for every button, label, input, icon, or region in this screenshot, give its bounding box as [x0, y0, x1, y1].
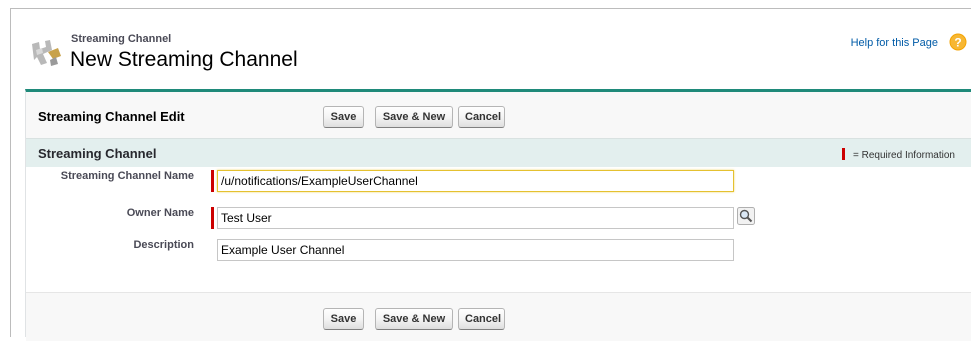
- form-area: Streaming Channel Name Owner Name Descri…: [26, 167, 971, 292]
- owner-name-label: Owner Name: [126, 207, 194, 219]
- cancel-button-top[interactable]: Cancel: [458, 106, 505, 128]
- page-title: New Streaming Channel: [70, 48, 298, 71]
- required-legend: = Required Information: [841, 148, 955, 161]
- owner-name-input[interactable]: [217, 207, 734, 229]
- channel-name-label: Streaming Channel Name: [60, 170, 194, 182]
- section-header: Streaming Channel = Required Information: [26, 138, 971, 167]
- svg-text:?: ?: [954, 36, 961, 50]
- panel-footer: Save Save & New Cancel: [26, 292, 971, 341]
- streaming-channel-icon: [32, 40, 61, 66]
- lookup-icon[interactable]: [737, 207, 755, 225]
- section-title: Streaming Channel: [38, 146, 157, 161]
- required-marker: [841, 148, 845, 160]
- page-subtitle: Streaming Channel: [71, 33, 172, 45]
- cancel-button-bottom[interactable]: Cancel: [458, 308, 505, 330]
- channel-name-required-marker: [211, 170, 214, 192]
- help-icon[interactable]: ?: [949, 33, 967, 51]
- owner-name-required-marker: [211, 207, 214, 229]
- save-new-button-top[interactable]: Save & New: [375, 106, 453, 128]
- edit-panel: Streaming Channel Edit Save Save & New C…: [25, 89, 971, 341]
- save-button-bottom[interactable]: Save: [323, 308, 364, 330]
- description-input[interactable]: [217, 239, 734, 261]
- save-new-button-bottom[interactable]: Save & New: [375, 308, 453, 330]
- panel-title: Streaming Channel Edit: [38, 109, 185, 124]
- panel-header: Streaming Channel Edit Save Save & New C…: [26, 92, 971, 138]
- save-button-top[interactable]: Save: [323, 106, 364, 128]
- help-link[interactable]: Help for this Page: [851, 37, 938, 49]
- required-legend-text: = Required Information: [852, 150, 955, 161]
- channel-name-input[interactable]: [217, 170, 734, 192]
- description-label: Description: [133, 239, 194, 251]
